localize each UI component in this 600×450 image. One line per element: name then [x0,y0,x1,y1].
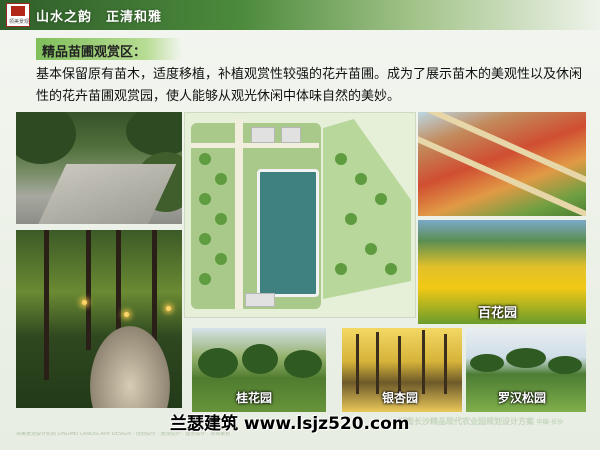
flower-garden-label: 百花园 [478,306,518,321]
osmanthus-garden-photo: 桂花园 [192,328,326,412]
motto-part-1: 山水之韵 [36,10,93,25]
garden-walkway-photo [16,230,182,408]
osmanthus-garden-label: 桂花园 [236,391,273,405]
stone-path-photo [16,112,182,224]
seal-icon [11,6,25,16]
header-motto: 山水之韵 正清和雅 [36,6,162,25]
pine-garden-photo: 罗汉松园 [466,328,586,412]
header-band: 领美景观 山水之韵 正清和雅 [0,0,600,30]
aerial-flower-field-photo [418,112,586,216]
plan-building [245,293,275,307]
watermark: 兰瑟建筑 www.lsjz520.com [170,414,410,434]
plan-building [281,127,301,143]
section-title: 精品苗圃观赏区： [42,45,147,60]
plan-building [251,127,275,143]
site-plan [184,112,416,318]
section-title-bar: 精品苗圃观赏区： [36,38,182,60]
logo-text: 领美景观 [8,19,29,25]
ginkgo-garden-photo: 银杏园 [342,328,462,412]
project-title: 湖南长沙精品现代农业园规划设计方案 [398,417,534,426]
ginkgo-garden-label: 银杏园 [382,391,419,405]
slide: 领美景观 山水之韵 正清和雅 精品苗圃观赏区： 基本保留原有苗木，适度移植，补植观… [0,0,600,450]
flower-garden-photo: 百花园 [418,220,586,324]
location-tag: 中国·长沙 [536,419,564,426]
plan-lake [257,169,319,297]
section-paragraph: 基本保留原有苗木，适度移植，补植观赏性较强的花卉苗圃。成为了展示苗木的美观性以及… [36,67,583,104]
pine-garden-label: 罗汉松园 [498,391,547,405]
footer-project-title: 湖南长沙精品现代农业园规划设计方案 中国·长沙 [398,416,563,427]
motto-part-2: 正清和雅 [106,10,163,25]
brand-logo: 领美景观 [6,3,30,27]
